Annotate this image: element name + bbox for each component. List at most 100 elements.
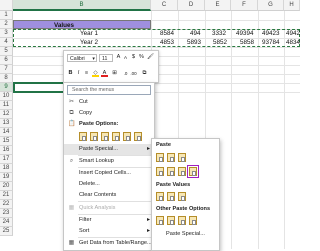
menu-item-insert-copied-cells[interactable]: Insert Copied Cells... (64, 168, 154, 179)
format-painter-icon[interactable]: 🖌 (147, 54, 154, 61)
menu-item-label: Insert Copied Cells... (79, 170, 131, 176)
align-center-icon[interactable]: ≡ (83, 70, 90, 77)
italic-button[interactable]: I (75, 70, 82, 77)
decimal-decrease-icon[interactable]: .00 (130, 70, 137, 77)
menu-item-copy[interactable]: ⧉ Copy (64, 108, 154, 119)
column-header-h[interactable]: H (284, 0, 300, 11)
paste-formulas-number-formatting-icon[interactable] (178, 153, 186, 162)
merge-center-icon[interactable]: ⧉ (141, 70, 148, 77)
row-header[interactable]: 25 (0, 227, 13, 236)
row-header[interactable]: 2 (0, 20, 13, 29)
row-header[interactable]: 5 (0, 47, 13, 56)
row-header[interactable]: 20 (0, 182, 13, 191)
row-header[interactable]: 8 (0, 74, 13, 83)
paste-formatting-icon[interactable] (123, 132, 131, 141)
menu-item-get-data[interactable]: ▦ Get Data from Table/Range... (64, 238, 154, 249)
menu-item-delete[interactable]: Delete... (64, 179, 154, 190)
value-cell[interactable]: 8584 (160, 29, 174, 38)
paste-link-icon[interactable] (134, 132, 142, 141)
font-name-select[interactable]: Calibri ▾ (67, 54, 97, 62)
value-cell[interactable]: 49423 (262, 29, 280, 38)
values-header-cell[interactable]: Values (13, 20, 151, 29)
paste-values-icon[interactable] (156, 192, 164, 201)
paste-transpose-icon[interactable] (112, 132, 120, 141)
paste-linked-picture-icon[interactable] (189, 216, 197, 225)
submenu-paste-special-link[interactable]: Paste Special... (166, 231, 205, 237)
row-header[interactable]: 23 (0, 209, 13, 218)
row-header[interactable]: 1 (0, 11, 13, 20)
corner-select-all[interactable] (0, 0, 13, 11)
paste-formatting-icon[interactable] (156, 216, 164, 225)
row-header[interactable]: 17 (0, 155, 13, 164)
value-cell[interactable]: 5852 (213, 38, 227, 47)
percent-format-icon[interactable]: % (138, 54, 145, 61)
column-header-g[interactable]: G (258, 0, 284, 11)
value-cell[interactable]: 3332 (212, 29, 226, 38)
paste-icon[interactable] (156, 153, 164, 162)
paste-options-section: 📋 Paste Options: (64, 119, 154, 130)
font-size-select[interactable]: 11 (99, 54, 113, 62)
menu-item-cut[interactable]: ✂ Cut (64, 97, 154, 108)
paste-picture-icon[interactable] (178, 216, 186, 225)
menu-item-smart-lookup[interactable]: ⌕ Smart Lookup (64, 156, 154, 167)
borders-icon[interactable]: ⊞ (111, 70, 118, 77)
row-header[interactable]: 24 (0, 218, 13, 227)
row-header[interactable]: 15 (0, 137, 13, 146)
row-header[interactable]: 13 (0, 119, 13, 128)
row-header[interactable]: 10 (0, 92, 13, 101)
menu-item-sort[interactable]: Sort ▸ (64, 226, 154, 237)
paste-keep-column-widths-icon[interactable] (178, 167, 186, 176)
column-header-d[interactable]: D (178, 0, 205, 11)
menu-item-paste-special[interactable]: Paste Special... ▸ (64, 144, 154, 155)
column-header-f[interactable]: F (231, 0, 258, 11)
increase-font-icon[interactable]: A (115, 54, 122, 61)
bold-button[interactable]: B (67, 70, 74, 77)
row-header[interactable]: 14 (0, 128, 13, 137)
row-header[interactable]: 9 (0, 83, 13, 92)
paste-formulas-icon[interactable] (101, 132, 109, 141)
paste-option-icon[interactable] (79, 132, 87, 141)
fill-color-icon[interactable]: ◇ (92, 70, 99, 77)
value-cell[interactable]: 4853 (160, 38, 174, 47)
paste-values-icon[interactable] (90, 132, 98, 141)
font-size-value: 11 (102, 56, 108, 62)
menu-item-label: Smart Lookup (79, 158, 114, 164)
font-color-icon[interactable]: A (101, 70, 108, 77)
decrease-font-icon[interactable]: A (122, 54, 129, 61)
paste-no-borders-icon[interactable] (167, 167, 175, 176)
paste-values-number-formatting-icon[interactable] (167, 192, 175, 201)
row-header[interactable]: 4 (0, 38, 13, 47)
column-header-c[interactable]: C (151, 0, 178, 11)
year2-label-cell[interactable]: Year 2 (80, 38, 98, 47)
menu-item-clear-contents[interactable]: Clear Contents (64, 190, 154, 201)
decimal-increase-icon[interactable]: .0 (122, 70, 129, 77)
search-menus-input[interactable]: Search the menus (67, 85, 151, 95)
row-header[interactable]: 3 (0, 29, 13, 38)
row-header[interactable]: 11 (0, 101, 13, 110)
menu-item-filter[interactable]: Filter ▸ (64, 215, 154, 226)
paste-keep-source-formatting-icon[interactable] (156, 167, 164, 176)
row-header[interactable]: 18 (0, 164, 13, 173)
paste-link-icon[interactable] (167, 216, 175, 225)
row-header[interactable]: 21 (0, 191, 13, 200)
row-header[interactable]: 22 (0, 200, 13, 209)
column-header-b[interactable]: B (13, 0, 151, 11)
value-cell[interactable]: 49394 (236, 29, 254, 38)
row-header[interactable]: 12 (0, 110, 13, 119)
column-header-e[interactable]: E (205, 0, 231, 11)
value-cell[interactable]: 5858 (240, 38, 254, 47)
currency-format-icon[interactable]: $ (130, 54, 137, 61)
value-cell[interactable]: 93784 (262, 38, 280, 47)
value-cell[interactable]: 5893 (187, 38, 201, 47)
row-header[interactable]: 16 (0, 146, 13, 155)
value-cell[interactable]: 494 (190, 29, 201, 38)
menu-item-quick-analysis[interactable]: ▦ Quick Analysis (64, 203, 154, 214)
row-header[interactable]: 19 (0, 173, 13, 182)
value-cell[interactable]: 4834 (286, 38, 300, 47)
value-cell[interactable]: 4942 (286, 29, 300, 38)
row-header[interactable]: 6 (0, 56, 13, 65)
paste-values-source-formatting-icon[interactable] (178, 192, 186, 201)
year1-label-cell[interactable]: Year 1 (80, 29, 98, 38)
row-header[interactable]: 7 (0, 65, 13, 74)
paste-formulas-icon[interactable] (167, 153, 175, 162)
